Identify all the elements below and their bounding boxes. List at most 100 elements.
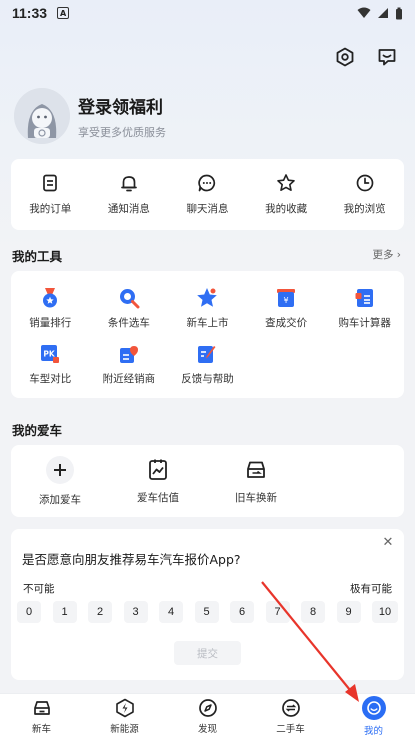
settings-hex-icon[interactable] xyxy=(333,45,357,69)
tab-label: 二手车 xyxy=(276,724,305,735)
tool-deal-price[interactable]: ¥ 查成交价 xyxy=(247,281,326,337)
chat-icon xyxy=(198,174,216,192)
rating-option[interactable]: 8 xyxy=(301,601,325,623)
submit-button[interactable]: 提交 xyxy=(174,641,241,665)
svg-text:¥: ¥ xyxy=(284,296,289,305)
tools-section-title: 我的工具 xyxy=(12,249,63,264)
my-car-card: 添加爱车 爱车估值 旧车换新 xyxy=(11,445,404,517)
tool-label: 销量排行 xyxy=(29,317,72,330)
rating-option[interactable]: 6 xyxy=(230,601,254,623)
plus-icon xyxy=(46,455,74,484)
tool-calculator[interactable]: 购车计算器 xyxy=(325,281,404,337)
compass-icon xyxy=(198,699,217,717)
tool-label: 反馈与帮助 xyxy=(181,372,234,385)
tool-label: 附近经销商 xyxy=(102,372,156,385)
medal-icon xyxy=(43,288,58,308)
rating-option[interactable]: 5 xyxy=(194,601,219,623)
login-title[interactable]: 登录领福利 xyxy=(78,93,166,118)
quick-item-favorites[interactable]: 我的收藏 xyxy=(247,159,326,230)
quick-menu: 我的订单 通知消息 聊天消息 我的收藏 我的浏览 xyxy=(11,159,404,230)
my-car-section-title: 我的爱车 xyxy=(12,423,63,438)
pk-icon: PK xyxy=(41,344,60,363)
trade-in-icon xyxy=(247,461,265,478)
tab-used-car[interactable]: 二手车 xyxy=(249,694,332,739)
tool-label: 车型对比 xyxy=(29,372,72,385)
new-star-icon xyxy=(197,288,218,308)
bell-icon xyxy=(121,176,137,192)
car-icon xyxy=(33,701,50,715)
close-icon[interactable]: ✕ xyxy=(380,535,396,550)
car-valuation[interactable]: 爱车估值 xyxy=(109,445,207,517)
quick-item-orders[interactable]: 我的订单 xyxy=(11,159,90,230)
quick-item-label: 我的订单 xyxy=(29,203,72,215)
tab-new-car[interactable]: 新车 xyxy=(0,694,83,739)
valuation-icon xyxy=(149,459,167,480)
search-icon xyxy=(119,289,140,309)
tool-filter-search[interactable]: 条件选车 xyxy=(90,281,169,337)
rating-option[interactable]: 9 xyxy=(336,601,361,623)
tool-nearby-dealers[interactable]: 附近经销商 xyxy=(90,337,169,393)
order-icon xyxy=(43,174,58,192)
calculator-icon xyxy=(355,289,373,308)
recommend-survey: ✕ 是否愿意向朋友推荐易车汽车报价App? 不可能 极有可能 0 1 2 3 4… xyxy=(11,529,404,680)
notification-badge: A xyxy=(57,7,70,19)
bolt-icon xyxy=(115,698,134,718)
wifi-icon xyxy=(357,7,371,18)
bottom-tab-bar: 新车 新能源 发现 二手车 我的 xyxy=(0,693,415,739)
tab-profile[interactable]: 我的 xyxy=(332,694,415,739)
login-subtitle: 享受更多优质服务 xyxy=(78,125,166,139)
rating-option[interactable]: 7 xyxy=(265,601,290,623)
clock-icon xyxy=(356,174,374,192)
scale-low-label: 不可能 xyxy=(23,583,55,595)
star-icon xyxy=(277,174,295,191)
tab-label: 新车 xyxy=(31,724,51,735)
rating-scale: 0 1 2 3 4 5 6 7 8 9 10 xyxy=(17,601,398,623)
scale-high-label: 极有可能 xyxy=(350,583,392,595)
feedback-icon xyxy=(198,345,216,363)
used-car-icon xyxy=(281,699,300,717)
tool-label: 条件选车 xyxy=(107,317,150,330)
message-icon[interactable] xyxy=(375,45,399,69)
tab-new-energy[interactable]: 新能源 xyxy=(83,694,166,739)
car-item-label: 爱车估值 xyxy=(137,491,179,504)
chevron-right-icon: › xyxy=(396,249,401,261)
status-indicators xyxy=(357,7,403,20)
battery-icon xyxy=(396,7,402,19)
quick-item-chat[interactable]: 聊天消息 xyxy=(168,159,247,230)
svg-text:PK: PK xyxy=(44,349,56,358)
rating-option[interactable]: 1 xyxy=(52,601,77,623)
rating-option[interactable]: 3 xyxy=(123,601,148,623)
car-add[interactable]: 添加爱车 xyxy=(11,445,109,517)
rating-option[interactable]: 2 xyxy=(88,601,112,623)
tool-label: 新车上市 xyxy=(186,317,229,330)
tools-more-link[interactable]: 更多 › xyxy=(372,247,401,262)
quick-item-history[interactable]: 我的浏览 xyxy=(325,159,404,230)
price-icon: ¥ xyxy=(277,289,296,308)
avatar[interactable] xyxy=(14,88,70,144)
quick-item-notifications[interactable]: 通知消息 xyxy=(90,159,169,230)
car-item-label: 旧车换新 xyxy=(235,491,277,504)
top-actions xyxy=(333,45,399,69)
status-time: 11:33 xyxy=(12,5,48,21)
tab-label: 发现 xyxy=(197,724,217,735)
tab-label: 我的 xyxy=(363,726,383,737)
profile-header[interactable]: 登录领福利 享受更多优质服务 xyxy=(14,88,166,144)
tool-label: 购车计算器 xyxy=(338,317,391,330)
tab-label: 新能源 xyxy=(110,724,139,735)
rating-option[interactable]: 0 xyxy=(17,601,41,623)
rating-option[interactable]: 4 xyxy=(159,601,183,623)
profile-smile-icon xyxy=(361,696,386,720)
tool-compare[interactable]: PK 车型对比 xyxy=(11,337,90,393)
more-label: 更多 xyxy=(372,249,394,261)
tool-sales-ranking[interactable]: 销量排行 xyxy=(11,281,90,337)
tool-new-launches[interactable]: 新车上市 xyxy=(168,281,247,337)
car-trade-in[interactable]: 旧车换新 xyxy=(207,445,305,517)
tool-label: 查成交价 xyxy=(265,317,308,330)
rating-option[interactable]: 10 xyxy=(372,601,398,623)
signal-icon xyxy=(378,8,388,18)
quick-item-label: 通知消息 xyxy=(107,203,150,215)
dealer-icon xyxy=(119,345,138,363)
tab-discover[interactable]: 发现 xyxy=(166,694,249,739)
tool-feedback[interactable]: 反馈与帮助 xyxy=(168,337,247,393)
quick-item-label: 我的收藏 xyxy=(265,203,308,215)
